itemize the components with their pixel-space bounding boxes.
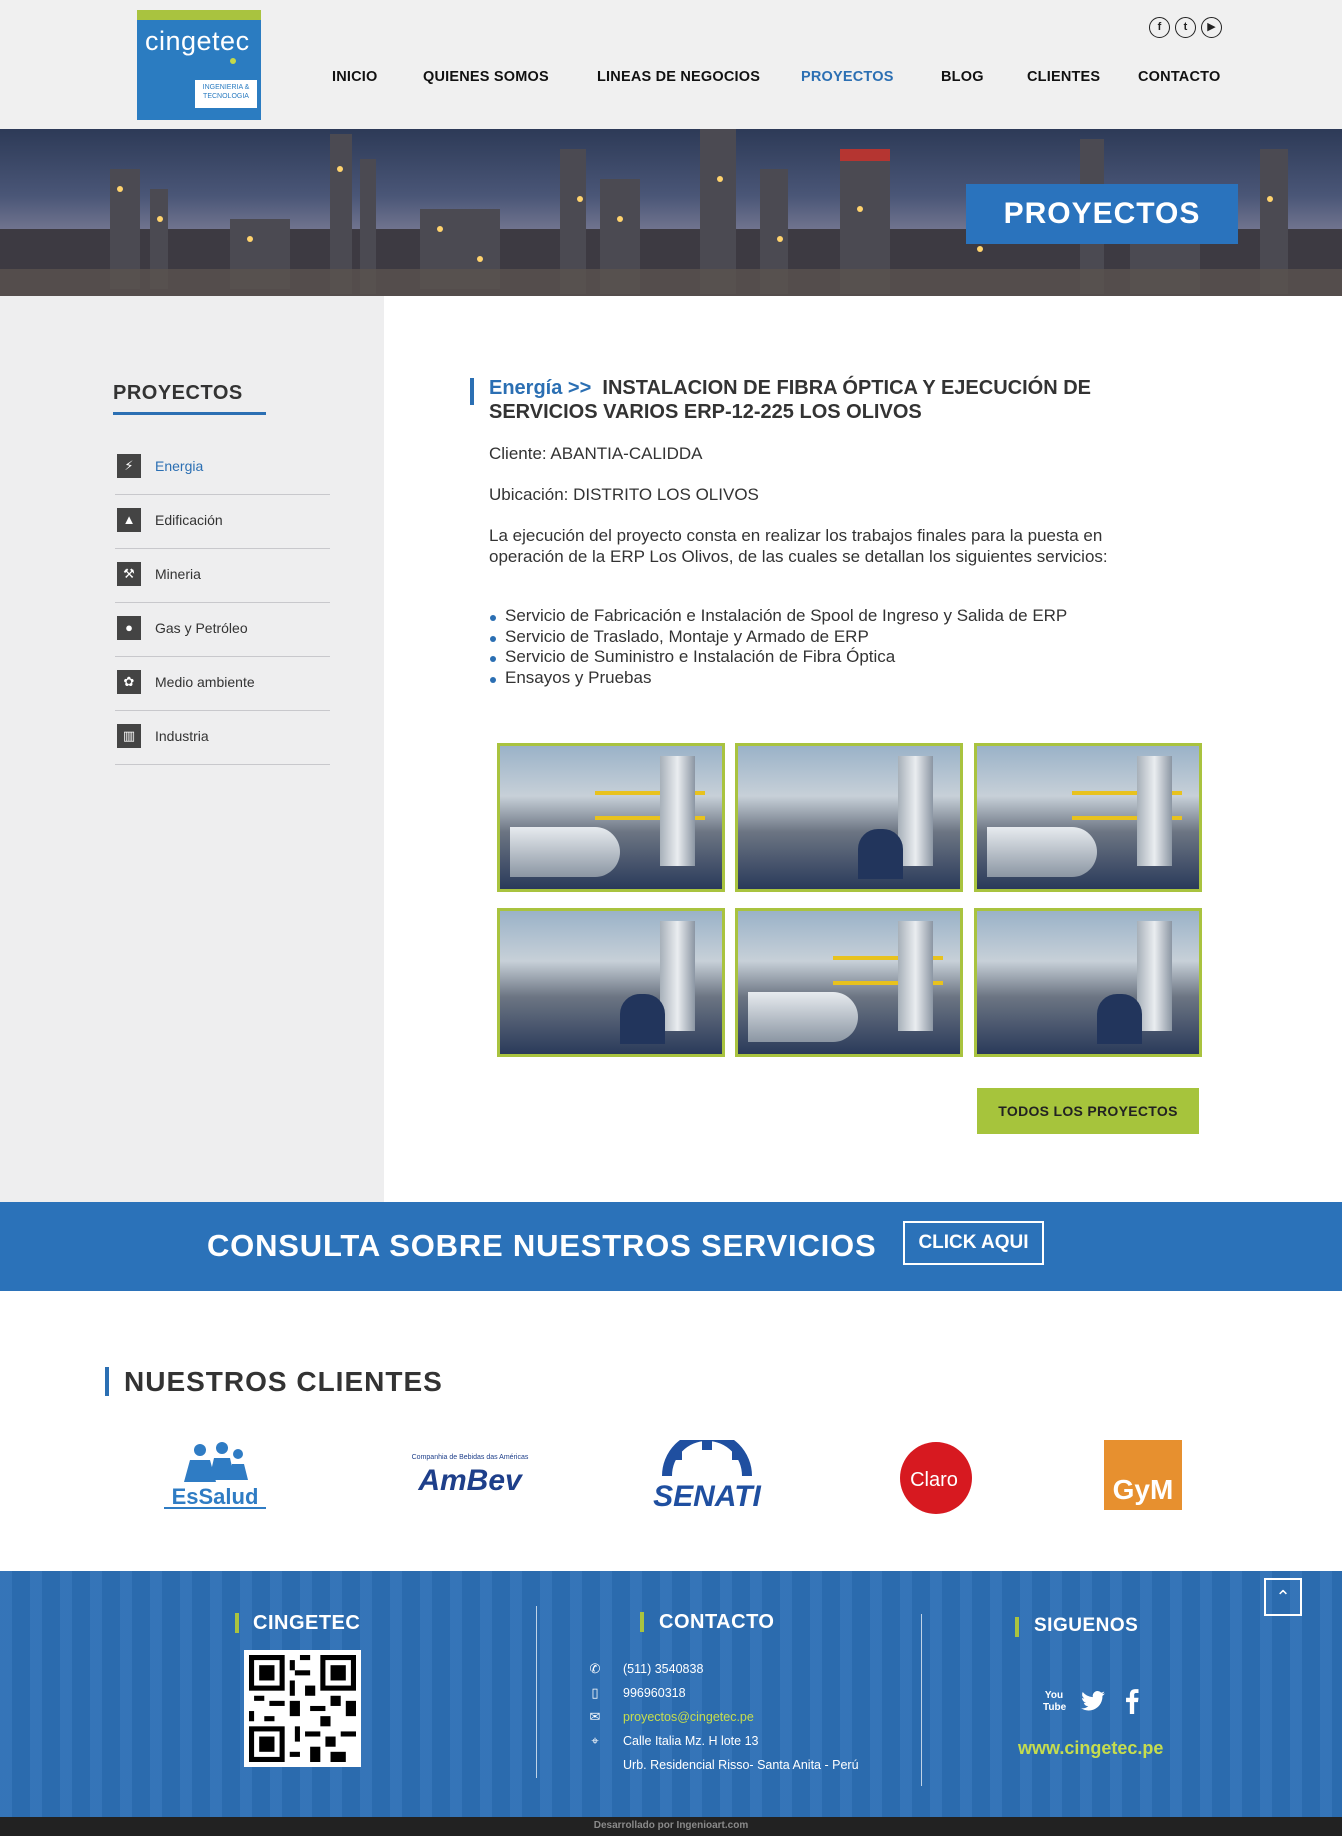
gallery-thumbnail-4[interactable] (497, 908, 725, 1057)
sidebar-item-edificacion[interactable]: ▲ Edificación (115, 496, 330, 549)
svg-text:EsSalud: EsSalud (172, 1484, 259, 1509)
nav-contacto[interactable]: CONTACTO (1138, 69, 1220, 85)
logo-name: cingetec (145, 26, 250, 56)
svg-text:Companhia de Bebidas das Améri: Companhia de Bebidas das Américas (412, 1454, 529, 1461)
facebook-icon[interactable] (1123, 1688, 1141, 1714)
service-item: Servicio de Suministro e Instalación de … (489, 647, 1067, 668)
project-title-bar (470, 378, 474, 405)
nav-proyectos[interactable]: PROYECTOS (801, 69, 894, 85)
lightning-icon: ⚡ (117, 454, 141, 478)
facebook-icon[interactable]: f (1149, 17, 1170, 38)
phone-icon: ✆ (589, 1661, 601, 1676)
footer-mobile: 996960318 (623, 1686, 686, 1700)
qr-code (244, 1650, 361, 1767)
clients-title-bar (105, 1367, 109, 1396)
project-location: Ubicación: DISTRITO LOS OLIVOS (489, 485, 759, 504)
footer-address-1: Calle Italia Mz. H lote 13 (623, 1734, 759, 1748)
client-logo-ambev: Companhia de Bebidas das Américas AmBev (400, 1440, 540, 1512)
building-icon: ▲ (117, 508, 141, 532)
project-client: Cliente: ABANTIA-CALIDDA (489, 444, 703, 463)
footer-separator (536, 1606, 537, 1778)
services-list: Servicio de Fabricación e Instalación de… (489, 606, 1067, 688)
mining-icon: ⚒ (117, 562, 141, 586)
svg-text:SENATI: SENATI (653, 1480, 761, 1512)
client-logo-gym: GyM (1104, 1440, 1182, 1510)
gallery-thumbnail-3[interactable] (974, 743, 1202, 892)
cta-button[interactable]: CLICK AQUI (903, 1221, 1044, 1265)
youtube-icon[interactable]: ▶ (1201, 17, 1222, 38)
nav-lineas-de-negocios[interactable]: LINEAS DE NEGOCIOS (597, 69, 760, 85)
all-projects-button[interactable]: TODOS LOS PROYECTOS (977, 1088, 1199, 1134)
sidebar-item-medio-ambiente[interactable]: ✿ Medio ambiente (115, 658, 330, 711)
gallery-thumbnail-5[interactable] (735, 908, 963, 1057)
oil-drop-icon: ● (117, 616, 141, 640)
logo-subtitle: INGENIERIA & TECNOLOGIA (195, 80, 257, 108)
environment-icon: ✿ (117, 670, 141, 694)
gallery-thumbnail-1[interactable] (497, 743, 725, 892)
client-logo-claro: Claro (896, 1440, 976, 1514)
youtube-icon[interactable]: You Tube (1043, 1690, 1066, 1716)
logo-dot (230, 58, 236, 64)
sidebar-item-label: Medio ambiente (155, 674, 255, 690)
twitter-icon[interactable] (1080, 1688, 1106, 1714)
project-title: Energía >> INSTALACION DE FIBRA ÓPTICA Y… (489, 376, 1159, 424)
client-logo-essalud: EsSalud (160, 1440, 270, 1512)
clients-title: NUESTROS CLIENTES (124, 1366, 443, 1397)
footer-title-bar (640, 1612, 644, 1632)
gallery-thumbnail-2[interactable] (735, 743, 963, 892)
site-logo[interactable]: cingetec INGENIERIA & TECNOLOGIA (137, 10, 261, 120)
gym-logo-text: GyM (1112, 1474, 1174, 1505)
svg-text:Claro: Claro (910, 1469, 958, 1491)
service-item: Servicio de Fabricación e Instalación de… (489, 606, 1067, 627)
banner-title: PROYECTOS (966, 184, 1238, 244)
footer-website-link[interactable]: www.cingetec.pe (1018, 1738, 1163, 1759)
nav-inicio[interactable]: INICIO (332, 69, 378, 85)
footer-title-bar (1015, 1617, 1019, 1637)
client-logo-senati: SENATI (642, 1431, 772, 1513)
service-item: Servicio de Traslado, Montaje y Armado d… (489, 627, 1067, 648)
service-item: Ensayos y Pruebas (489, 668, 1067, 689)
footer-title-bar (235, 1613, 239, 1633)
credits-text: Desarrollado por Ingenioart.com (593, 1820, 749, 1831)
footer-address-2: Urb. Residencial Risso- Santa Anita - Pe… (623, 1758, 859, 1772)
location-icon: ⌖ (591, 1733, 599, 1748)
footer-phone: (511) 3540838 (623, 1662, 704, 1676)
mobile-icon: ▯ (591, 1685, 599, 1700)
factory-icon: ▥ (117, 724, 141, 748)
sidebar-item-label: Mineria (155, 566, 201, 582)
footer-follow-title: SIGUENOS (1034, 1615, 1139, 1636)
sidebar-item-industria[interactable]: ▥ Industria (115, 712, 330, 765)
back-to-top-button[interactable]: ⌃ (1264, 1578, 1302, 1616)
sidebar-title: PROYECTOS (113, 382, 243, 404)
twitter-icon[interactable]: t (1175, 17, 1196, 38)
sidebar-title-underline (113, 412, 266, 415)
sidebar-item-energia[interactable]: ⚡ Energia (115, 442, 330, 495)
nav-blog[interactable]: BLOG (941, 69, 984, 85)
footer-email-link[interactable]: proyectos@cingetec.pe (623, 1710, 754, 1724)
project-category-link[interactable]: Energía >> (489, 377, 591, 399)
svg-text:AmBev: AmBev (417, 1464, 524, 1497)
nav-clientes[interactable]: CLIENTES (1027, 69, 1100, 85)
sidebar-item-label: Edificación (155, 512, 223, 528)
gallery-thumbnail-6[interactable] (974, 908, 1202, 1057)
sidebar-item-mineria[interactable]: ⚒ Mineria (115, 550, 330, 603)
footer-contact-title: CONTACTO (659, 1611, 775, 1633)
footer-separator (921, 1614, 922, 1786)
sidebar-item-label: Energia (155, 458, 204, 474)
nav-quienes-somos[interactable]: QUIENES SOMOS (423, 69, 549, 85)
mail-icon: ✉ (589, 1709, 601, 1724)
footer-cingetec-title: CINGETEC (253, 1612, 361, 1634)
sidebar-item-label: Industria (155, 728, 209, 744)
cta-text: CONSULTA SOBRE NUESTROS SERVICIOS (207, 1228, 877, 1263)
project-description: La ejecución del proyecto consta en real… (489, 526, 1108, 566)
sidebar-item-label: Gas y Petróleo (155, 620, 248, 636)
sidebar-item-gas-petroleo[interactable]: ● Gas y Petróleo (115, 604, 330, 657)
